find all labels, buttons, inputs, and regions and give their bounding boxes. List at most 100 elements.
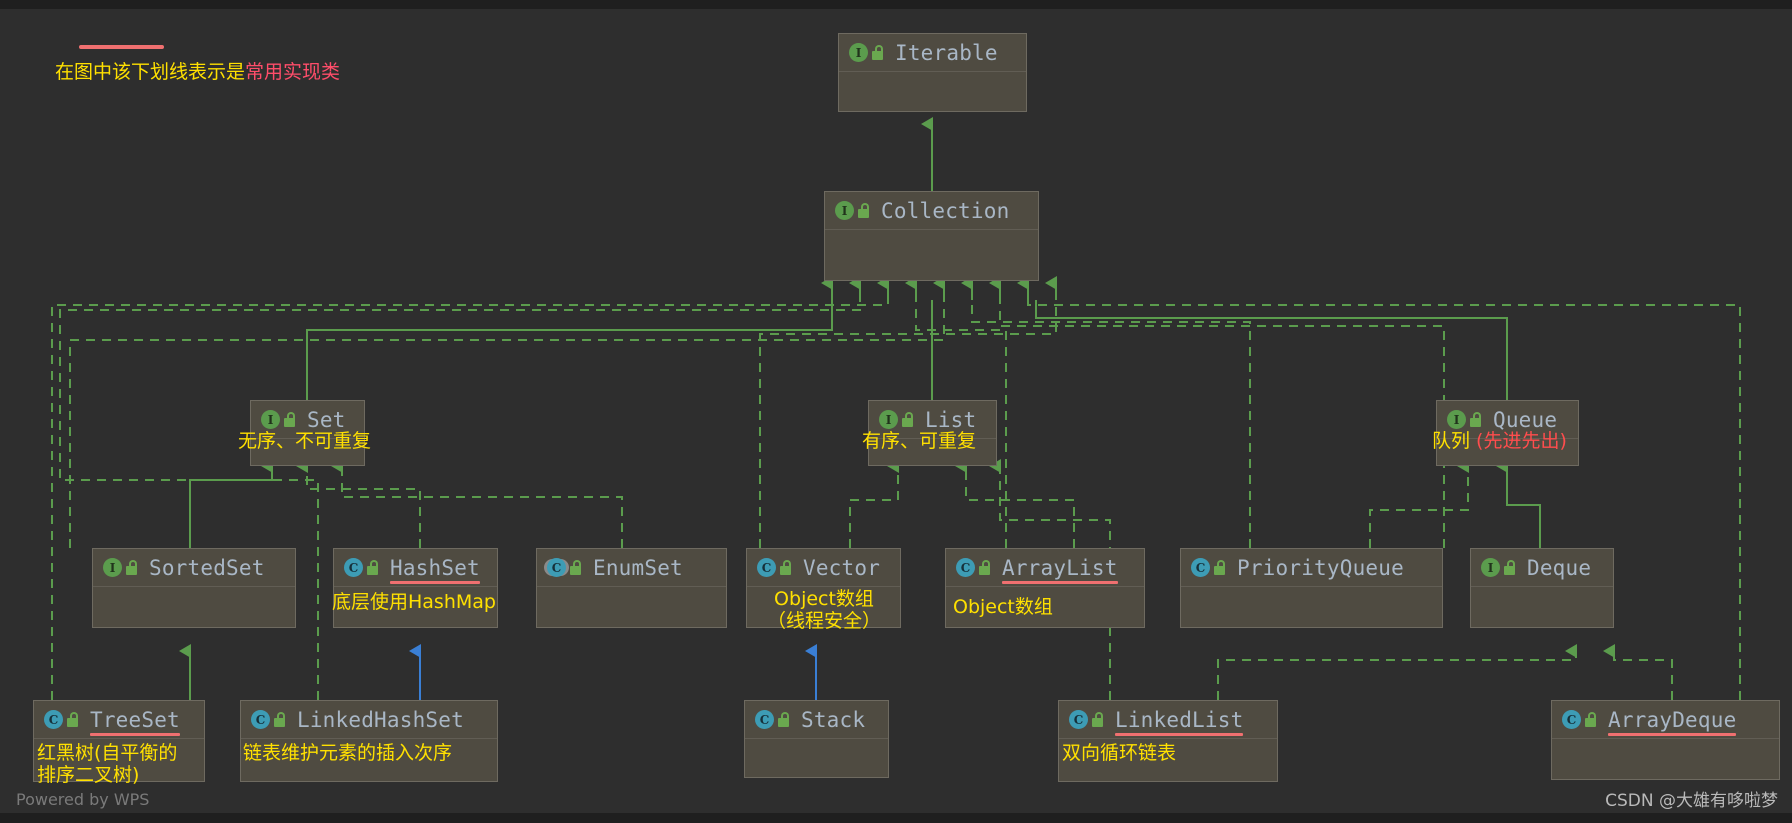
node-header: C PriorityQueue <box>1181 549 1442 586</box>
watermark-left: Powered by WPS <box>16 790 150 809</box>
lock-icon <box>1584 711 1600 728</box>
class-name: PriorityQueue <box>1237 555 1404 580</box>
abstract-class-badge-icon: C <box>547 558 566 577</box>
class-name: Iterable <box>895 40 998 65</box>
watermark-right: CSDN @大雄有哆啦梦 <box>1605 791 1778 811</box>
node-header: C Stack <box>745 701 888 738</box>
annotation-line: 有序、可重复 <box>862 430 977 452</box>
annotation-line: 队列 <box>1432 430 1477 452</box>
lock-icon <box>125 559 141 576</box>
class-name: Deque <box>1527 555 1592 580</box>
class-name: HashSet <box>390 555 480 584</box>
node-stack[interactable]: C Stack <box>744 700 889 778</box>
node-body <box>839 71 1026 148</box>
class-badge-icon: C <box>1191 558 1210 577</box>
annotation-set: 无序、不可重复 <box>238 430 372 453</box>
annotation-line-red: (先进先出) <box>1476 430 1567 452</box>
node-body <box>745 738 888 814</box>
legend-prefix: 在图中该下划线表示是 <box>55 61 246 83</box>
node-priorityqueue[interactable]: C PriorityQueue <box>1180 548 1443 628</box>
annotation-line: 底层使用HashMap <box>332 591 496 613</box>
class-name: EnumSet <box>593 555 683 580</box>
node-body <box>537 586 726 664</box>
node-header: C HashSet <box>334 549 497 586</box>
node-deque[interactable]: I Deque <box>1470 548 1614 628</box>
node-header: C Vector <box>747 549 900 586</box>
lock-icon <box>66 711 82 728</box>
class-name: Stack <box>801 707 866 732</box>
annotation-line: Object数组 <box>953 596 1053 618</box>
lock-icon <box>901 411 917 428</box>
node-header: C EnumSet <box>537 549 726 586</box>
class-name: ArrayDeque <box>1608 707 1737 736</box>
lock-icon <box>857 202 873 219</box>
class-name: Vector <box>803 555 881 580</box>
node-arraydeque[interactable]: C ArrayDeque <box>1551 700 1780 780</box>
class-badge-icon: C <box>1562 710 1581 729</box>
node-header: C TreeSet <box>34 701 204 738</box>
annotation-arraylist: Object数组 <box>953 596 1053 619</box>
class-name: LinkedHashSet <box>297 707 464 732</box>
class-name: LinkedList <box>1115 707 1244 736</box>
class-badge-icon: C <box>956 558 975 577</box>
node-body <box>825 229 1038 317</box>
class-name: ArrayList <box>1002 555 1118 584</box>
lock-icon <box>1091 711 1107 728</box>
legend-underline-sample <box>79 45 164 49</box>
node-collection[interactable]: I Collection <box>824 191 1039 281</box>
annotation-line: 无序、不可重复 <box>238 430 372 452</box>
class-badge-icon: C <box>1069 710 1088 729</box>
lock-icon <box>978 559 994 576</box>
node-body <box>1471 586 1613 664</box>
interface-badge-icon: I <box>879 410 898 429</box>
annotation-line: 红黑树(自平衡的 <box>37 742 178 764</box>
node-body <box>1181 586 1442 664</box>
class-name: List <box>925 407 977 432</box>
annotation-line: 双向循环链表 <box>1062 742 1177 764</box>
class-badge-icon: C <box>757 558 776 577</box>
lock-icon <box>1469 411 1485 428</box>
node-header: C LinkedHashSet <box>241 701 497 738</box>
class-name: Collection <box>881 198 1010 223</box>
lock-icon <box>283 411 299 428</box>
legend-text: 在图中该下划线表示是常用实现类 <box>55 57 340 84</box>
interface-badge-icon: I <box>103 558 122 577</box>
node-header: I SortedSet <box>93 549 295 586</box>
class-name: Queue <box>1493 407 1558 432</box>
annotation-linkedlist: 双向循环链表 <box>1062 742 1177 765</box>
class-name: Set <box>307 407 346 432</box>
node-hashset[interactable]: C HashSet <box>333 548 498 628</box>
node-header: I Deque <box>1471 549 1613 586</box>
class-badge-icon: C <box>251 710 270 729</box>
node-enumset[interactable]: C EnumSet <box>536 548 727 628</box>
node-linkedhashset[interactable]: C LinkedHashSet <box>240 700 498 782</box>
lock-icon <box>1503 559 1519 576</box>
node-sortedset[interactable]: I SortedSet <box>92 548 296 628</box>
node-linkedlist[interactable]: C LinkedList <box>1058 700 1278 782</box>
node-header: C LinkedList <box>1059 701 1277 738</box>
annotation-treeset: 红黑树(自平衡的 排序二叉树) <box>37 742 178 787</box>
class-badge-icon: C <box>755 710 774 729</box>
top-strip <box>0 0 1792 9</box>
node-header: I Iterable <box>839 34 1026 71</box>
lock-icon <box>273 711 289 728</box>
node-iterable[interactable]: I Iterable <box>838 33 1027 112</box>
annotation-line: Object数组 <box>774 588 874 610</box>
annotation-hashset: 底层使用HashMap <box>332 591 496 614</box>
class-name: SortedSet <box>149 555 265 580</box>
legend-highlight: 常用实现类 <box>245 61 341 83</box>
annotation-queue: 队列 (先进先出) <box>1432 430 1567 453</box>
class-badge-icon: C <box>44 710 63 729</box>
lock-icon <box>779 559 795 576</box>
node-header: I Collection <box>825 192 1038 229</box>
lock-icon <box>1213 559 1229 576</box>
annotation-line: 排序二叉树) <box>37 763 140 786</box>
lock-icon <box>777 711 793 728</box>
lock-icon <box>366 559 382 576</box>
interface-badge-icon: I <box>1481 558 1500 577</box>
interface-badge-icon: I <box>849 43 868 62</box>
annotation-linkedhashset: 链表维护元素的插入次序 <box>243 742 452 765</box>
lock-icon <box>569 559 585 576</box>
class-badge-icon: C <box>344 558 363 577</box>
class-name: TreeSet <box>90 707 180 736</box>
